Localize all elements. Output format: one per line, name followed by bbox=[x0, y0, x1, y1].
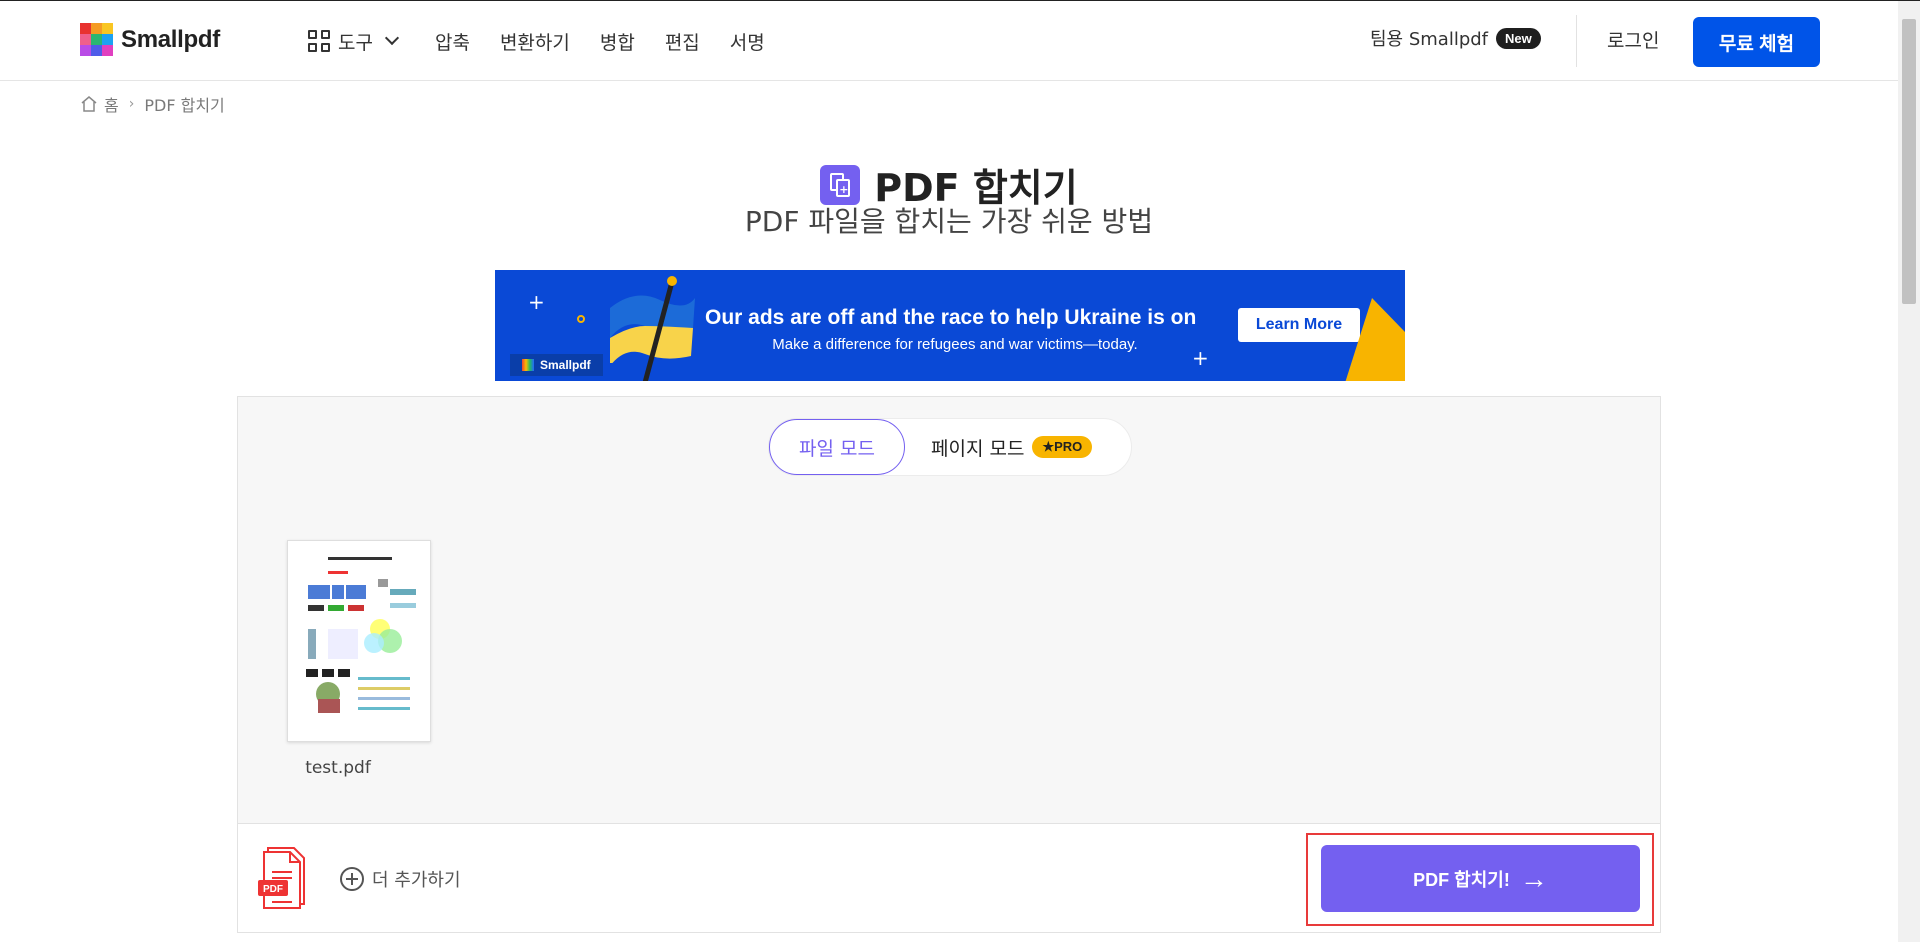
arrow-right-icon: → bbox=[1519, 862, 1548, 894]
tools-label: 도구 bbox=[338, 31, 373, 54]
chevron-down-icon bbox=[384, 30, 400, 46]
nav-edit[interactable]: 편집 bbox=[665, 28, 700, 55]
pro-badge: ★PRO bbox=[1032, 436, 1093, 458]
ukraine-banner[interactable]: + + Smallpdf Our ads are off and the rac… bbox=[495, 270, 1405, 381]
page-mode-tab[interactable]: 페이지 모드 ★PRO bbox=[931, 434, 1093, 461]
login-link[interactable]: 로그인 bbox=[1607, 26, 1659, 53]
file-name: test.pdf bbox=[305, 758, 371, 778]
merge-button-label: PDF 합치기! bbox=[1413, 869, 1510, 890]
mode-toggle: 파일 모드 페이지 모드 ★PRO bbox=[768, 418, 1132, 476]
banner-subline: Make a difference for refugees and war v… bbox=[772, 336, 1138, 353]
team-link[interactable]: 팀용 Smallpdf New bbox=[1370, 25, 1541, 51]
action-bar: PDF 더 추가하기 PDF 합치기! → bbox=[238, 823, 1660, 932]
page-scrollbar[interactable] bbox=[1898, 1, 1920, 942]
flag-pole-top bbox=[667, 276, 677, 286]
nav-merge[interactable]: 병합 bbox=[600, 28, 635, 55]
logo-text: Smallpdf bbox=[121, 25, 220, 53]
breadcrumb-home[interactable]: 홈 bbox=[104, 92, 119, 116]
scrollbar-thumb[interactable] bbox=[1902, 19, 1916, 304]
learn-more-button[interactable]: Learn More bbox=[1238, 308, 1360, 342]
tools-menu[interactable]: 도구 bbox=[308, 28, 400, 55]
nav-convert[interactable]: 변환하기 bbox=[500, 28, 570, 55]
team-label: 팀용 Smallpdf bbox=[1370, 29, 1489, 50]
nav-compress[interactable]: 압축 bbox=[435, 28, 470, 55]
new-badge: New bbox=[1496, 27, 1541, 49]
pdf-file-icon: PDF bbox=[258, 847, 305, 909]
merge-workspace: 파일 모드 페이지 모드 ★PRO test.pdf PDF 더 추가하기 PD… bbox=[237, 396, 1661, 933]
grid-icon bbox=[308, 30, 330, 52]
file-mode-tab[interactable]: 파일 모드 bbox=[769, 419, 905, 475]
breadcrumb-separator: › bbox=[128, 96, 135, 112]
page-subtitle: PDF 파일을 합치는 가장 쉬운 방법 bbox=[744, 205, 1154, 238]
pdf-icon-label: PDF bbox=[263, 884, 283, 895]
circle-decoration-icon bbox=[577, 315, 585, 323]
main-nav: 도구 압축 변환하기 병합 편집 서명 bbox=[308, 1, 795, 81]
banner-logo-text: Smallpdf bbox=[540, 358, 591, 372]
smallpdf-logo-icon bbox=[80, 23, 113, 56]
merge-pdf-icon: + bbox=[820, 164, 861, 205]
breadcrumb-current: PDF 합치기 bbox=[144, 96, 225, 115]
home-icon[interactable] bbox=[80, 95, 98, 113]
add-more-button[interactable]: 더 추가하기 bbox=[340, 866, 461, 892]
free-trial-button[interactable]: 무료 체험 bbox=[1693, 17, 1820, 67]
page-mode-label: 페이지 모드 bbox=[931, 437, 1025, 460]
nav-sign[interactable]: 서명 bbox=[730, 28, 765, 55]
smallpdf-mini-logo-icon bbox=[522, 359, 534, 371]
banner-headline: Our ads are off and the race to help Ukr… bbox=[705, 306, 1197, 329]
file-card[interactable] bbox=[287, 540, 431, 742]
add-more-label: 더 추가하기 bbox=[372, 870, 461, 891]
pdf-thumbnail bbox=[298, 549, 422, 735]
breadcrumb: 홈 › PDF 합치기 bbox=[80, 92, 225, 116]
merge-pdf-button[interactable]: PDF 합치기! → bbox=[1321, 845, 1640, 912]
banner-logo: Smallpdf bbox=[510, 354, 603, 376]
smallpdf-logo[interactable]: Smallpdf bbox=[80, 23, 220, 56]
plus-decoration-icon: + bbox=[528, 290, 545, 314]
header-divider bbox=[1576, 15, 1577, 67]
plus-circle-icon bbox=[340, 867, 364, 891]
site-header: Smallpdf 도구 압축 변환하기 병합 편집 서명 팀용 Smallpdf… bbox=[0, 1, 1898, 81]
